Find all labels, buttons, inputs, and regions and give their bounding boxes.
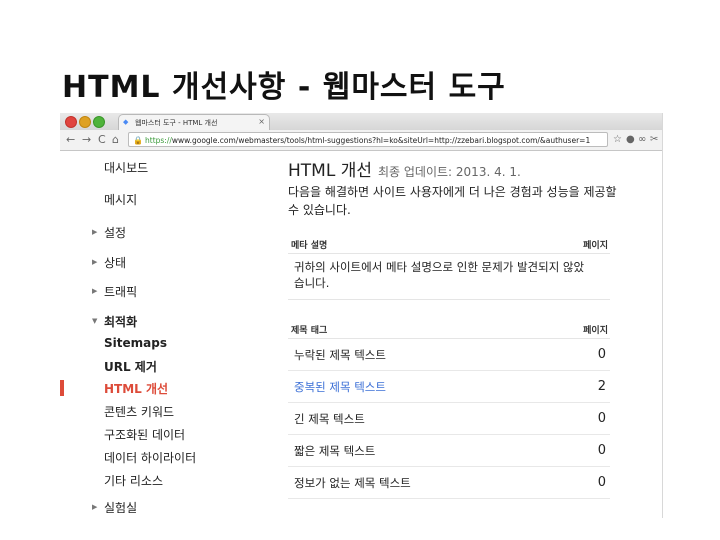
intro-text: 다음을 해결하면 사이트 사용자에게 더 나은 경험과 성능을 제공할 수 있습…	[288, 185, 617, 217]
issue-label: 누락된 제목 텍스트	[294, 348, 386, 362]
browser-toolbar: ← → C ⌂ 🔒 https://www.google.com/webmast…	[60, 130, 662, 151]
sidebar-item-traffic[interactable]: 트래픽	[104, 283, 137, 300]
sidebar-item-labs[interactable]: 실험실	[104, 499, 137, 516]
column-header: 페이지	[583, 326, 608, 336]
issue-count: 0	[597, 347, 606, 362]
meta-description-header: 메타 설명 페이지	[288, 231, 610, 254]
tab-title: 웹마스터 도구 - HTML 개선	[135, 119, 218, 127]
sidebar-item-structured-data[interactable]: 구조화된 데이터	[104, 426, 185, 443]
issue-label: 짧은 제목 텍스트	[294, 444, 376, 458]
close-tab-icon[interactable]: ×	[258, 117, 265, 126]
sidebar-item-status[interactable]: 상태	[104, 254, 126, 271]
sidebar-item-dashboard[interactable]: 대시보드	[104, 159, 148, 176]
sidebar-item-html-improvements[interactable]: HTML 개선	[104, 380, 168, 397]
extension-icon[interactable]: ●	[626, 133, 635, 146]
caret-right-icon[interactable]: ▶	[92, 287, 97, 295]
browser-tab[interactable]: ◆ 웹마스터 도구 - HTML 개선 ×	[118, 114, 270, 130]
table-row: 중복된 제목 텍스트 2	[288, 371, 610, 403]
glasses-icon[interactable]: ∞	[638, 133, 646, 146]
reload-button[interactable]: C	[98, 133, 106, 146]
star-icon[interactable]: ☆	[613, 133, 622, 146]
title-tag-header: 제목 태그 페이지	[288, 316, 610, 339]
slide-title: HTML 개선사항 - 웹마스터 도구	[62, 70, 506, 105]
table-row: 짧은 제목 텍스트 0	[288, 435, 610, 467]
column-header: 메타 설명	[291, 241, 328, 251]
caret-right-icon[interactable]: ▶	[92, 258, 97, 266]
table-row: 누락된 제목 텍스트 0	[288, 339, 610, 371]
favicon-icon: ◆	[123, 118, 129, 126]
address-bar[interactable]: 🔒 https://www.google.com/webmasters/tool…	[128, 132, 608, 147]
sidebar-item-settings[interactable]: 설정	[104, 224, 126, 241]
forward-button[interactable]: →	[82, 133, 91, 146]
tab-bar: ◆ 웹마스터 도구 - HTML 개선 ×	[60, 113, 662, 130]
sidebar-item-url-removal[interactable]: URL 제거	[104, 358, 157, 375]
main-content: HTML 개선 최종 업데이트: 2013. 4. 1. 다음을 해결하면 사이트…	[288, 151, 662, 518]
home-button[interactable]: ⌂	[112, 133, 119, 146]
table-row: 긴 제목 텍스트 0	[288, 403, 610, 435]
url-scheme: https://	[145, 136, 172, 145]
column-header: 제목 태그	[291, 326, 328, 336]
page-title: HTML 개선 최종 업데이트: 2013. 4. 1.	[288, 156, 521, 181]
sidebar: 대시보드 메시지 ▶ 설정 ▶ 상태 ▶ 트래픽 ▼ 최적화 Sitemaps …	[60, 151, 275, 518]
lock-icon: 🔒	[133, 136, 143, 145]
page-title-text: HTML 개선	[288, 161, 372, 181]
issue-count: 0	[597, 475, 606, 490]
sidebar-item-optimization[interactable]: 최적화	[104, 313, 137, 330]
table-row: 정보가 없는 제목 텍스트 0	[288, 467, 610, 499]
sidebar-item-messages[interactable]: 메시지	[104, 191, 137, 208]
meta-description-message: 귀하의 사이트에서 메타 설명으로 인한 문제가 발견되지 않았습니다.	[294, 260, 585, 290]
issue-label: 긴 제목 텍스트	[294, 412, 365, 426]
back-button[interactable]: ←	[66, 133, 75, 146]
url-text: www.google.com/webmasters/tools/html-sug…	[171, 136, 591, 145]
caret-down-icon[interactable]: ▼	[92, 317, 97, 325]
issue-count: 0	[597, 443, 606, 458]
browser-screenshot: ◆ 웹마스터 도구 - HTML 개선 × ← → C ⌂ 🔒 https://…	[60, 113, 663, 518]
minimize-window-icon[interactable]	[79, 116, 91, 128]
close-window-icon[interactable]	[65, 116, 77, 128]
issue-count: 2	[597, 379, 606, 394]
sidebar-item-content-keywords[interactable]: 콘텐츠 키워드	[104, 403, 174, 420]
sidebar-item-other-resources[interactable]: 기타 리소스	[104, 472, 163, 489]
zoom-window-icon[interactable]	[93, 116, 105, 128]
caret-right-icon[interactable]: ▶	[92, 503, 97, 511]
last-updated: 최종 업데이트: 2013. 4. 1.	[378, 165, 521, 179]
meta-description-row: 귀하의 사이트에서 메타 설명으로 인한 문제가 발견되지 않았습니다.	[288, 253, 610, 300]
scissors-icon[interactable]: ✂	[650, 133, 658, 146]
column-header: 페이지	[583, 241, 608, 251]
sidebar-item-data-highlighter[interactable]: 데이터 하이라이터	[104, 449, 196, 466]
issue-label: 정보가 없는 제목 텍스트	[294, 476, 411, 490]
active-indicator	[60, 380, 64, 396]
issue-link[interactable]: 중복된 제목 텍스트	[294, 379, 386, 395]
issue-count: 0	[597, 411, 606, 426]
caret-right-icon[interactable]: ▶	[92, 228, 97, 236]
sidebar-item-sitemaps[interactable]: Sitemaps	[104, 336, 167, 350]
